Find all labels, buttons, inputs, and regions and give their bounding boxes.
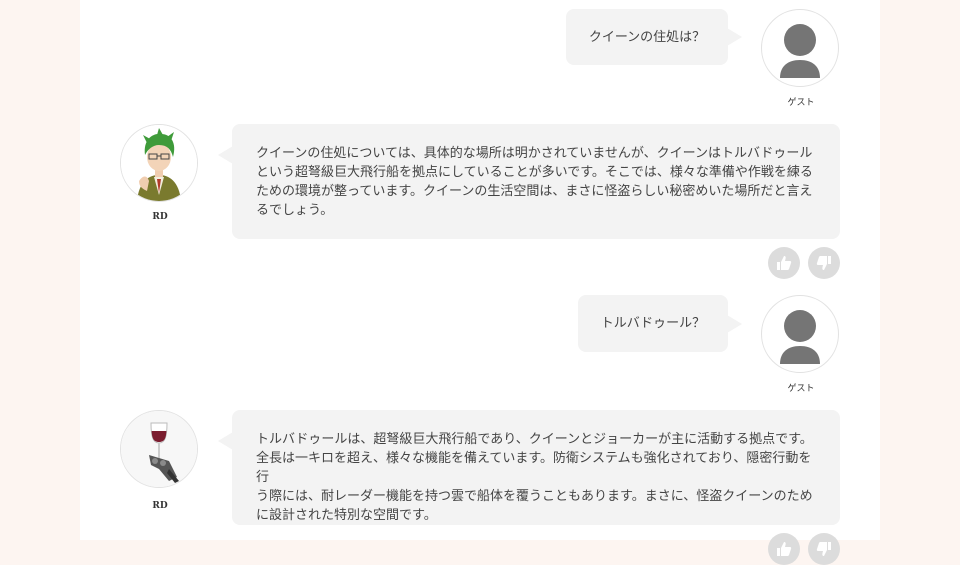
- person-silhouette-icon: [780, 310, 820, 364]
- rd-avatar: [120, 124, 198, 202]
- thumbs-up-icon: [777, 256, 792, 270]
- guest-name-label: ゲスト: [787, 98, 815, 108]
- rd-avatar: [120, 410, 198, 488]
- thumbs-up-icon: [777, 542, 792, 556]
- bot-message-line: クイーンの住処については、具体的な場所は明かされていませんが、クイーンはトルバド…: [256, 146, 813, 161]
- thumbs-down-icon: [816, 542, 831, 556]
- robot-hand-wine-glass-icon: [121, 411, 197, 487]
- user-message-text: トルバドゥール？: [600, 316, 706, 331]
- user-message-bubble: クイーンの住処は？: [566, 9, 742, 65]
- bot-message-line: という超弩級巨大飛行船を拠点にしていることが多いです。そこでは、様々な準備や作戦…: [256, 165, 813, 180]
- green-haired-character-icon: [121, 125, 197, 201]
- bot-message-bubble: クイーンの住処については、具体的な場所は明かされていませんが、クイーンはトルバド…: [218, 124, 840, 239]
- bot-message-line: ための環境が整っています。クイーンの生活空間は、まさに怪盗らしい秘密めいた場所だ…: [256, 184, 813, 199]
- bot-message-line: 全長は一キロを超え、様々な機能を備えています。防衛システムも強化されており、隠密…: [256, 451, 812, 485]
- like-button[interactable]: [768, 533, 800, 565]
- user-message-bubble: トルバドゥール？: [578, 295, 742, 352]
- bot-message-bubble: トルバドゥールは、超弩級巨大飛行船であり、クイーンとジョーカーが主に活動する拠点…: [218, 410, 840, 525]
- bot-message-line: トルバドゥールは、超弩級巨大飛行船であり、クイーンとジョーカーが主に活動する拠点…: [256, 432, 813, 447]
- guest-avatar: [761, 9, 839, 87]
- rd-name-label: RD: [152, 212, 168, 222]
- person-silhouette-icon: [780, 24, 820, 78]
- guest-name-label: ゲスト: [787, 384, 815, 394]
- guest-avatar: [761, 295, 839, 373]
- bot-message-line: るでしょう。: [256, 203, 334, 218]
- thumbs-down-icon: [816, 256, 831, 270]
- like-button[interactable]: [768, 247, 800, 279]
- bot-message-line: に設計された特別な空間です。: [256, 508, 437, 523]
- dislike-button[interactable]: [808, 247, 840, 279]
- rd-name-label: RD: [152, 501, 168, 511]
- user-message-text: クイーンの住処は？: [588, 29, 706, 45]
- bot-message-line: う際には、耐レーダー機能を持つ雲で船体を覆うこともあります。まさに、怪盗クイーン…: [256, 489, 813, 504]
- dislike-button[interactable]: [808, 533, 840, 565]
